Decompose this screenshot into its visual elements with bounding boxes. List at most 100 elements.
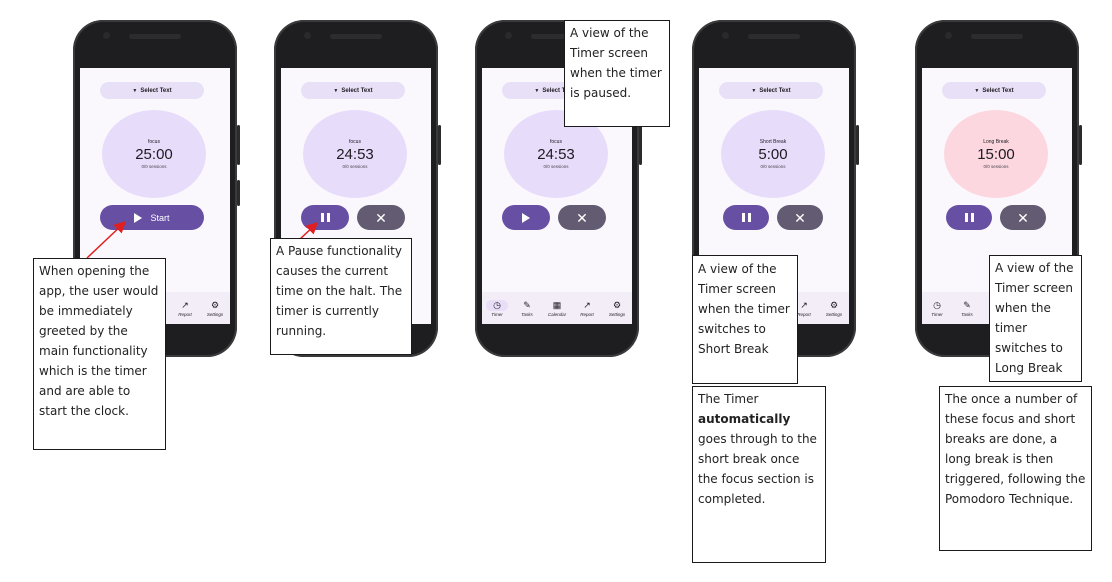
start-button-label: Start <box>150 212 170 223</box>
caret-down-icon: ▼ <box>534 87 540 94</box>
power-button <box>856 125 859 165</box>
pause-button[interactable] <box>301 205 349 230</box>
nav-item-settings[interactable]: ⚙ Settings <box>821 300 847 317</box>
start-button[interactable]: Start <box>100 205 204 230</box>
timer-display: 24:53 <box>537 146 575 163</box>
nav-label: Calendar <box>547 311 567 317</box>
timer-mode-label: focus <box>349 139 361 145</box>
select-label: Select Text <box>140 87 172 94</box>
select-label: Select Text <box>759 87 791 94</box>
nav-item-calendar[interactable]: ▦ Calendar <box>544 300 570 317</box>
speaker-grille <box>129 34 181 39</box>
annotation-note-short-break-view: A view of the Timer screen when the time… <box>692 255 798 384</box>
annotation-note-pause: A Pause functionality causes the current… <box>270 238 412 355</box>
nav-item-settings[interactable]: ⚙ Settings <box>202 300 228 317</box>
timer-circle: focus 25:00 0/0 sessions <box>102 110 206 198</box>
speaker-grille <box>748 34 800 39</box>
stop-button[interactable]: ✕ <box>558 205 606 230</box>
power-button <box>237 125 240 165</box>
camera-icon <box>945 32 952 39</box>
caret-down-icon: ▼ <box>132 87 138 94</box>
select-text-dropdown[interactable]: ▼ Select Text <box>301 82 405 99</box>
note-text: A view of the Timer screen when the time… <box>698 262 790 356</box>
timer-circle: focus 24:53 0/0 sessions <box>303 110 407 198</box>
pencil-icon: ✎ <box>963 300 971 310</box>
trending-up-icon: ↗ <box>583 300 591 310</box>
nav-label: Report <box>178 311 192 317</box>
timer-mode-label: Short Break <box>759 139 787 145</box>
nav-item-tasks[interactable]: ✎ Tasks <box>954 300 980 317</box>
annotation-note-start: When opening the app, the user would be … <box>33 258 166 450</box>
nav-label: Settings <box>206 311 224 317</box>
nav-item-report[interactable]: ↗ Report <box>574 300 600 317</box>
timer-circle: Short Break 5:00 0/0 sessions <box>721 110 825 198</box>
annotation-note-pomodoro: The once a number of these focus and sho… <box>939 386 1092 551</box>
timer-display: 25:00 <box>135 146 173 163</box>
nav-label: Tasks <box>961 311 973 317</box>
clock-icon: ◷ <box>486 299 508 311</box>
camera-icon <box>103 32 110 39</box>
timer-display: 24:53 <box>336 146 374 163</box>
timer-mode-label: focus <box>550 139 562 145</box>
stop-button[interactable]: ✕ <box>1000 205 1046 230</box>
power-button <box>438 125 441 165</box>
camera-icon <box>505 32 512 39</box>
speaker-grille <box>330 34 382 39</box>
timer-display: 5:00 <box>758 146 788 163</box>
gear-icon: ⚙ <box>210 300 220 310</box>
sessions-count: 0/0 sessions <box>543 164 569 169</box>
timer-mode-label: Long Break <box>983 139 1009 145</box>
note-text: A Pause functionality causes the current… <box>276 244 403 338</box>
clock-icon: ◷ <box>933 300 941 310</box>
pause-icon <box>741 213 751 222</box>
sessions-count: 0/0 sessions <box>760 164 786 169</box>
note-text-after: goes through to the short break once the… <box>698 432 817 506</box>
volume-button <box>237 180 240 206</box>
note-text-bold: automatically <box>698 412 791 426</box>
nav-label: Settings <box>608 311 626 317</box>
camera-icon <box>304 32 311 39</box>
pause-button[interactable] <box>723 205 769 230</box>
trending-up-icon: ↗ <box>181 300 189 310</box>
select-text-dropdown[interactable]: ▼ Select Text <box>942 82 1046 99</box>
stop-button[interactable]: ✕ <box>357 205 405 230</box>
close-icon: ✕ <box>576 209 588 226</box>
nav-label: Timer <box>491 311 503 317</box>
sessions-count: 0/0 sessions <box>141 164 167 169</box>
close-icon: ✕ <box>1017 209 1029 226</box>
note-text-before: The Timer <box>698 392 759 406</box>
note-text: A view of the Timer screen when the time… <box>570 26 662 100</box>
nav-item-timer[interactable]: ◷ Timer <box>484 299 510 317</box>
timer-display: 15:00 <box>977 146 1015 163</box>
note-text: When opening the app, the user would be … <box>39 264 159 418</box>
caret-down-icon: ▼ <box>974 87 980 94</box>
nav-item-report[interactable]: ↗ Report <box>172 300 198 317</box>
gear-icon: ⚙ <box>612 300 622 310</box>
close-icon: ✕ <box>375 209 387 226</box>
select-label: Select Text <box>341 87 373 94</box>
timer-mode-label: focus <box>148 139 160 145</box>
annotation-note-long-break-view: A view of the Timer screen when the time… <box>989 255 1082 382</box>
power-button <box>1079 125 1082 165</box>
gear-icon: ⚙ <box>829 300 839 310</box>
select-text-dropdown[interactable]: ▼ Select Text <box>719 82 823 99</box>
nav-item-tasks[interactable]: ✎ Tasks <box>514 300 540 317</box>
nav-label: Tasks <box>521 311 533 317</box>
annotation-note-paused-view: A view of the Timer screen when the time… <box>564 20 670 127</box>
resume-button[interactable] <box>502 205 550 230</box>
caret-down-icon: ▼ <box>751 87 757 94</box>
nav-label: Timer <box>931 311 943 317</box>
note-text: The once a number of these focus and sho… <box>945 392 1086 506</box>
sessions-count: 0/0 sessions <box>983 164 1009 169</box>
play-icon <box>134 212 143 223</box>
play-icon <box>522 212 530 223</box>
pause-icon <box>320 213 330 222</box>
select-text-dropdown[interactable]: ▼ Select Text <box>100 82 204 99</box>
nav-item-settings[interactable]: ⚙ Settings <box>604 300 630 317</box>
nav-label: Report <box>797 311 811 317</box>
stop-button[interactable]: ✕ <box>777 205 823 230</box>
sessions-count: 0/0 sessions <box>342 164 368 169</box>
nav-item-timer[interactable]: ◷ Timer <box>924 300 950 317</box>
pause-button[interactable] <box>946 205 992 230</box>
timer-circle: Long Break 15:00 0/0 sessions <box>944 110 1048 198</box>
